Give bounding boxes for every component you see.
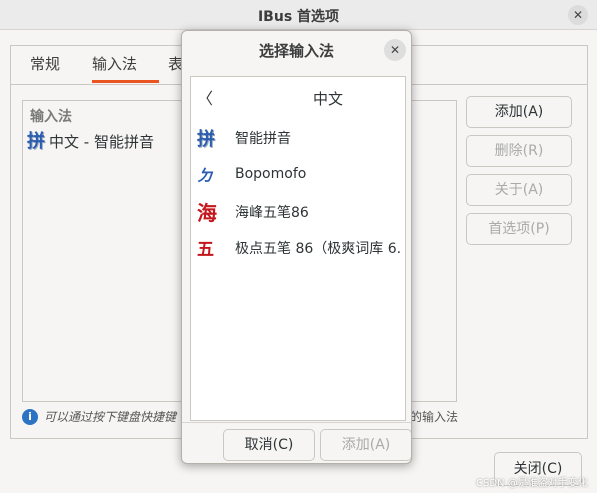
hint-text: i 可以通过按下键盘快捷键 — [22, 408, 176, 425]
bopomofo-icon: ㄉ — [197, 166, 214, 185]
list-item[interactable]: ㄉ Bopomofo — [195, 162, 306, 186]
hint-label: 可以通过按下键盘快捷键 — [44, 410, 177, 424]
list-item[interactable]: 拼 中文 - 智能拼音 — [27, 131, 154, 152]
list-item[interactable]: 海 海峰五笔86 — [195, 197, 309, 226]
window-close-icon[interactable]: ✕ — [568, 5, 588, 25]
language-header: 中文 — [312, 90, 343, 108]
list-item-label: 海峰五笔86 — [235, 204, 309, 221]
pinyin-icon: 拼 — [197, 129, 215, 150]
select-input-method-dialog: 选择输入法 ✕ 〈 中文 拼 智能拼音 ㄉ Bopomofo 海 海峰五笔86 … — [181, 30, 412, 464]
list-item[interactable]: 拼 智能拼音 — [195, 125, 291, 151]
list-header: 输入法 — [30, 109, 72, 125]
preferences-button[interactable]: 首选项(P) — [466, 213, 572, 245]
about-button[interactable]: 关于(A) — [466, 174, 572, 206]
list-item-label: Bopomofo — [235, 166, 307, 182]
hint-tail: 的输入法 — [410, 410, 459, 424]
info-icon: i — [22, 408, 38, 425]
pinyin-icon: 拼 — [27, 130, 45, 152]
list-item[interactable]: 五 极点五笔 86（极爽词库 6. — [195, 235, 401, 260]
list-item-label: 中文 - 智能拼音 — [49, 133, 154, 151]
dialog-divider — [182, 422, 411, 423]
dialog-add-button[interactable]: 添加(A) — [320, 429, 411, 461]
jidian-icon: 五 — [197, 240, 214, 260]
tab-general[interactable]: 常规 — [30, 53, 60, 74]
dialog-list: 〈 中文 拼 智能拼音 ㄉ Bopomofo 海 海峰五笔86 五 极点五笔 8… — [190, 76, 406, 421]
cancel-button[interactable]: 取消(C) — [223, 429, 315, 461]
window-title: IBus 首选项 — [257, 9, 340, 25]
remove-button[interactable]: 删除(R) — [466, 135, 572, 167]
watermark: CSDN @是谁盗对手变化 — [476, 478, 588, 489]
active-tab-indicator — [92, 80, 159, 83]
list-item-label: 极点五笔 86（极爽词库 6. — [235, 240, 402, 257]
list-item-label: 智能拼音 — [235, 131, 291, 147]
add-button[interactable]: 添加(A) — [466, 96, 572, 128]
dialog-title: 选择输入法 — [258, 42, 334, 60]
dialog-close-icon[interactable]: ✕ — [384, 39, 406, 61]
haifeng-icon: 海 — [197, 201, 217, 225]
tab-input-method[interactable]: 输入法 — [92, 53, 137, 74]
